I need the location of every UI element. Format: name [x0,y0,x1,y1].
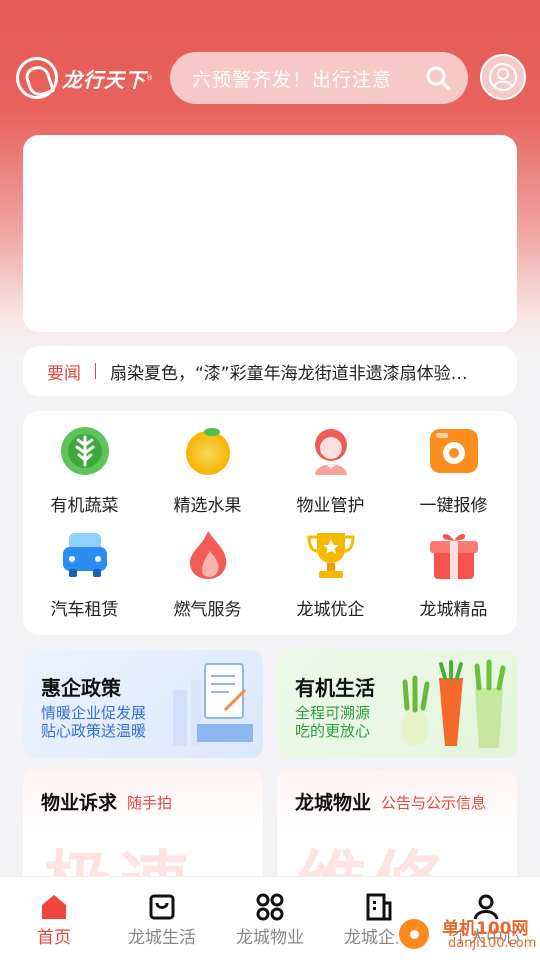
user-icon [489,63,517,91]
service-quality-enterprise[interactable]: 龙城优企 [269,515,392,620]
tab-label: 龙城物业 [236,928,304,948]
service-label: 汽车租赁 [50,600,119,620]
vegetables-illustration-icon [401,659,506,748]
news-headline[interactable]: 扇染夏色，“漆”彩童年海龙街道非遗漆扇体验活动 [110,359,480,384]
service-boutique[interactable]: 龙城精品 [392,515,515,620]
news-ticker[interactable]: 要闻 扇染夏色，“漆”彩童年海龙街道非遗漆扇体验活动 [23,346,517,396]
service-repair[interactable]: 一键报修 [392,411,515,516]
card-subtitle: 公告与公示信息 [381,794,487,812]
building-icon [366,893,392,921]
camera-icon [430,429,478,473]
tab-home[interactable]: 首页 [0,877,108,960]
property-notice-card[interactable]: 龙城物业 公告与公示信息 维修 [277,770,517,890]
search-bar[interactable]: 六预警齐发！出行注意 [170,52,468,104]
car-icon [63,533,107,577]
logo-text: 龙行天下 [62,67,146,92]
policy-promo-card[interactable]: 惠企政策 情暖企业促发展 贴心政策送温暖 [23,650,263,758]
service-label: 精选水果 [173,496,242,516]
search-placeholder: 六预警齐发！出行注意 [192,68,393,91]
property-complaint-card[interactable]: 物业诉求 随手拍 极速 [23,770,263,890]
gift-icon [430,534,478,579]
watermark-url: danji100.com [448,936,537,951]
promo-title: 有机生活 [295,676,375,700]
document-illustration-icon [173,663,253,746]
tab-property[interactable]: 龙城物业 [216,877,324,960]
orange-icon [186,428,230,475]
service-label: 有机蔬菜 [50,496,119,516]
home-icon [42,895,66,919]
dragon-logo-icon [16,57,58,99]
bag-icon [149,894,175,920]
search-icon[interactable] [424,64,452,92]
registered-mark: ® [146,74,153,82]
service-label: 龙城优企 [296,600,365,620]
staff-icon [315,429,347,475]
card-subtitle: 随手拍 [127,794,173,812]
leaf-icon [61,427,109,475]
tab-label: 首页 [37,928,71,948]
flame-icon [190,531,227,579]
user-avatar-button[interactable] [480,54,526,100]
service-label: 龙城精品 [419,600,488,620]
service-grid: 有机蔬菜 精选水果 物业管护 一键报修 汽车租赁 燃气服务 龙城优企 龙城精品 [23,411,517,635]
service-label: 燃气服务 [173,600,242,620]
service-car-rental[interactable]: 汽车租赁 [23,515,146,620]
grid-icon [256,893,284,921]
service-organic-vegetables[interactable]: 有机蔬菜 [23,411,146,516]
promo-line2: 贴心政策送温暖 [41,722,147,740]
banner-carousel[interactable] [23,135,517,332]
tab-life[interactable]: 龙城生活 [108,877,216,960]
service-gas[interactable]: 燃气服务 [146,515,269,620]
service-label: 物业管护 [296,496,365,516]
organic-life-promo-card[interactable]: 有机生活 全程可溯源 吃的更放心 [277,650,517,758]
trophy-icon [307,533,355,578]
app-logo[interactable]: 龙行天下 ® [16,56,153,100]
card-title: 龙城物业 [295,792,372,814]
site-watermark: 单机100网 danji100.com [390,912,538,958]
news-tag: 要闻 [47,363,81,384]
card-title: 物业诉求 [41,792,118,814]
tab-label: 龙城生活 [128,928,196,948]
watermark-logo-icon [396,916,432,952]
promo-line2: 吃的更放心 [295,722,371,740]
top-bar: 龙行天下 ® 六预警齐发！出行注意 [0,50,540,106]
service-property-care[interactable]: 物业管护 [269,411,392,516]
promo-title: 惠企政策 [41,676,121,700]
news-divider [95,363,96,379]
service-selected-fruit[interactable]: 精选水果 [146,411,269,516]
service-label: 一键报修 [419,496,488,516]
